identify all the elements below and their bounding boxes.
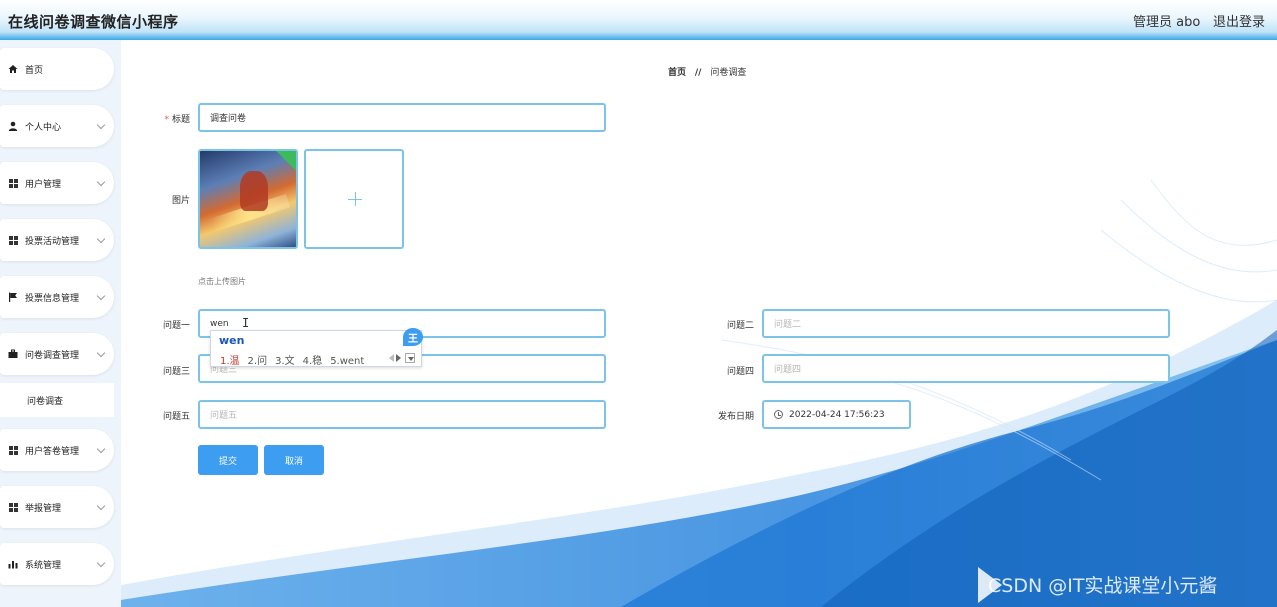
- sidebar-item-vote-activity[interactable]: 投票活动管理: [0, 219, 114, 261]
- sidebar-item-label: 投票信息管理: [25, 293, 80, 304]
- title-label: * 标题: [164, 115, 190, 125]
- ime-page-controls: [389, 353, 415, 363]
- question-3-label: 问题三: [162, 367, 190, 377]
- grid-icon: [8, 445, 18, 455]
- ime-candidate[interactable]: 1.温: [220, 356, 240, 367]
- sidebar-item-questionnaire-management[interactable]: 问卷调查管理: [0, 333, 114, 375]
- image-label: 图片: [171, 196, 190, 206]
- chevron-down-icon: [96, 348, 106, 357]
- grid-icon: [8, 502, 18, 512]
- breadcrumb: 首页 // 问卷调查: [668, 65, 746, 78]
- sidebar-item-system-management[interactable]: 系统管理: [0, 543, 114, 585]
- sidebar-item-home[interactable]: 首页: [0, 48, 114, 90]
- chevron-down-icon: [96, 177, 106, 186]
- chevron-down-icon: [96, 234, 106, 243]
- chevron-down-icon: [96, 501, 106, 510]
- submit-button[interactable]: 提交: [198, 445, 258, 475]
- publish-date-picker[interactable]: 2022-04-24 17:56:23: [762, 400, 911, 429]
- top-header: 在线问卷调查微信小程序 管理员 abo 退出登录: [0, 0, 1277, 40]
- chevron-down-icon: [96, 558, 106, 567]
- clock-icon: [774, 410, 783, 419]
- cancel-button[interactable]: 取消: [264, 445, 324, 475]
- chevron-down-icon: [96, 120, 106, 129]
- chevron-down-icon: [96, 444, 106, 453]
- sidebar-item-label: 个人中心: [25, 122, 62, 133]
- grid-icon: [8, 235, 18, 245]
- title-input[interactable]: 调查问卷: [198, 103, 606, 132]
- ime-badge-icon: 王: [403, 328, 423, 346]
- ime-composition: wen: [219, 334, 245, 347]
- ime-prev-icon[interactable]: [389, 354, 394, 362]
- sidebar-item-user-management[interactable]: 用户管理: [0, 162, 114, 204]
- chevron-down-icon: [96, 291, 106, 300]
- ime-candidate[interactable]: 3.文: [275, 356, 295, 367]
- sidebar: 首页 个人中心 用户管理 投票活动管理 投票信息管理 问卷调查管理 问卷调查 用: [0, 40, 121, 607]
- sidebar-item-label: 用户管理: [25, 179, 62, 190]
- sidebar-subitem-questionnaire[interactable]: 问卷调查: [0, 383, 114, 417]
- sidebar-item-label: 问卷调查管理: [25, 350, 80, 361]
- watermark-text: CSDN @IT实战课堂小元酱: [988, 575, 1218, 597]
- uploaded-image-thumbnail[interactable]: [198, 149, 298, 249]
- ime-expand-icon[interactable]: [405, 353, 415, 363]
- logout-link[interactable]: 退出登录: [1213, 11, 1265, 30]
- ime-candidate[interactable]: 5.went: [330, 356, 364, 367]
- question-2-input[interactable]: 问题二: [762, 309, 1170, 338]
- home-icon: [8, 64, 18, 74]
- sidebar-item-label: 举报管理: [25, 503, 62, 514]
- required-mark: *: [164, 115, 169, 125]
- question-5-label: 问题五: [162, 412, 190, 422]
- sidebar-item-personal-center[interactable]: 个人中心: [0, 105, 114, 147]
- flag-icon: [8, 292, 18, 302]
- question-2-label: 问题二: [726, 321, 754, 331]
- check-icon: [276, 151, 296, 171]
- user-icon: [8, 121, 18, 131]
- question-1-label: 问题一: [162, 321, 190, 331]
- grid-icon: [8, 178, 18, 188]
- ime-candidate[interactable]: 4.稳: [303, 356, 323, 367]
- sidebar-item-label: 系统管理: [25, 560, 62, 571]
- sidebar-item-answer-management[interactable]: 用户答卷管理: [0, 429, 114, 471]
- question-4-input[interactable]: 问题四: [762, 354, 1170, 383]
- sidebar-item-label: 首页: [25, 65, 44, 76]
- admin-username: 管理员 abo: [1133, 15, 1201, 30]
- sidebar-item-vote-info[interactable]: 投票信息管理: [0, 276, 114, 318]
- question-5-input[interactable]: 问题五: [198, 400, 606, 429]
- ime-candidate-list: 1.温 2.问 3.文 4.稳 5.went: [220, 352, 372, 367]
- sidebar-item-report-management[interactable]: 举报管理: [0, 486, 114, 528]
- ime-next-icon[interactable]: [396, 354, 401, 362]
- bar-chart-icon: [8, 559, 18, 569]
- breadcrumb-separator: //: [694, 68, 702, 78]
- app-title: 在线问卷调查微信小程序: [8, 13, 179, 31]
- question-4-label: 问题四: [726, 367, 754, 377]
- breadcrumb-current: 问卷调查: [710, 68, 747, 78]
- publish-date-value: 2022-04-24 17:56:23: [789, 409, 885, 420]
- sidebar-item-label: 用户答卷管理: [25, 446, 80, 457]
- image-upload-button[interactable]: [304, 149, 404, 249]
- upload-hint: 点击上传图片: [198, 277, 246, 286]
- text-cursor-icon: I: [242, 316, 250, 330]
- sidebar-item-label: 投票活动管理: [25, 236, 80, 247]
- breadcrumb-home[interactable]: 首页: [668, 68, 686, 78]
- briefcase-icon: [8, 349, 18, 359]
- ime-candidate-popup[interactable]: wen 1.温 2.问 3.文 4.稳 5.went: [210, 330, 422, 367]
- ime-candidate[interactable]: 2.问: [248, 356, 268, 367]
- publish-date-label: 发布日期: [717, 412, 754, 422]
